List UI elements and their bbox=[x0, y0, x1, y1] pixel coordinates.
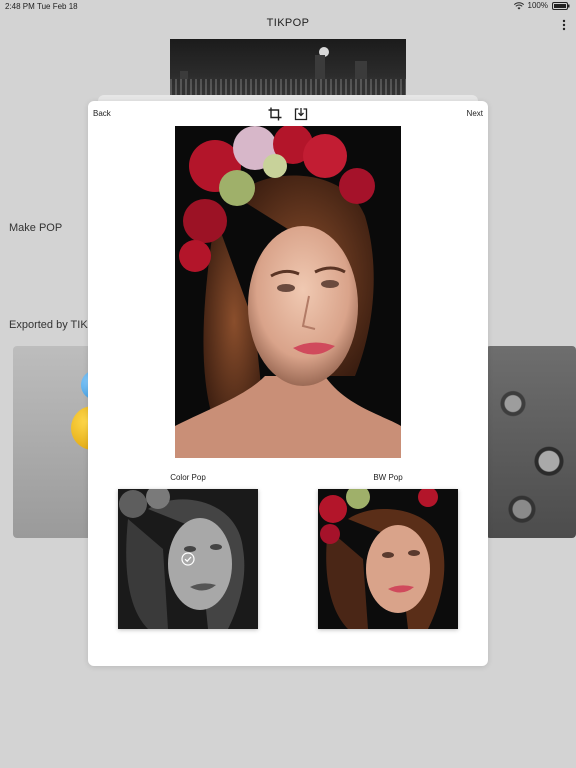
exported-heading: Exported by TIK bbox=[9, 319, 88, 331]
save-to-device-icon[interactable] bbox=[294, 107, 308, 126]
color-pop-label: Color Pop bbox=[170, 473, 206, 482]
bw-pop-thumbnail[interactable] bbox=[318, 489, 458, 629]
portrait-illustration bbox=[175, 126, 401, 458]
color-portrait bbox=[318, 489, 458, 629]
wifi-icon bbox=[513, 1, 524, 10]
color-pop-thumbnail[interactable] bbox=[118, 489, 258, 629]
selected-check-icon bbox=[181, 552, 195, 571]
more-options-icon[interactable] bbox=[562, 18, 566, 36]
status-right: 100% bbox=[513, 1, 570, 10]
status-date: Tue Feb 18 bbox=[37, 2, 78, 11]
battery-percent: 100% bbox=[527, 1, 548, 10]
back-button[interactable]: Back bbox=[93, 109, 111, 118]
exported-photo-balloons[interactable] bbox=[13, 346, 93, 538]
exported-photo-flowers[interactable] bbox=[486, 346, 576, 538]
status-bar: 2:48 PM Tue Feb 18 100% bbox=[0, 0, 576, 14]
background-city-photo bbox=[170, 39, 406, 101]
bw-pop-label: BW Pop bbox=[373, 473, 403, 482]
crop-icon[interactable] bbox=[268, 107, 282, 126]
battery-icon bbox=[552, 1, 570, 10]
app-title: TIKPOP bbox=[266, 17, 310, 29]
make-pop-heading: Make POP bbox=[9, 222, 63, 234]
next-button[interactable]: Next bbox=[467, 109, 483, 118]
edit-modal: Back Next Color Pop BW Pop bbox=[88, 101, 488, 666]
status-time: 2:48 PM bbox=[5, 2, 35, 11]
main-portrait-photo bbox=[175, 126, 401, 458]
